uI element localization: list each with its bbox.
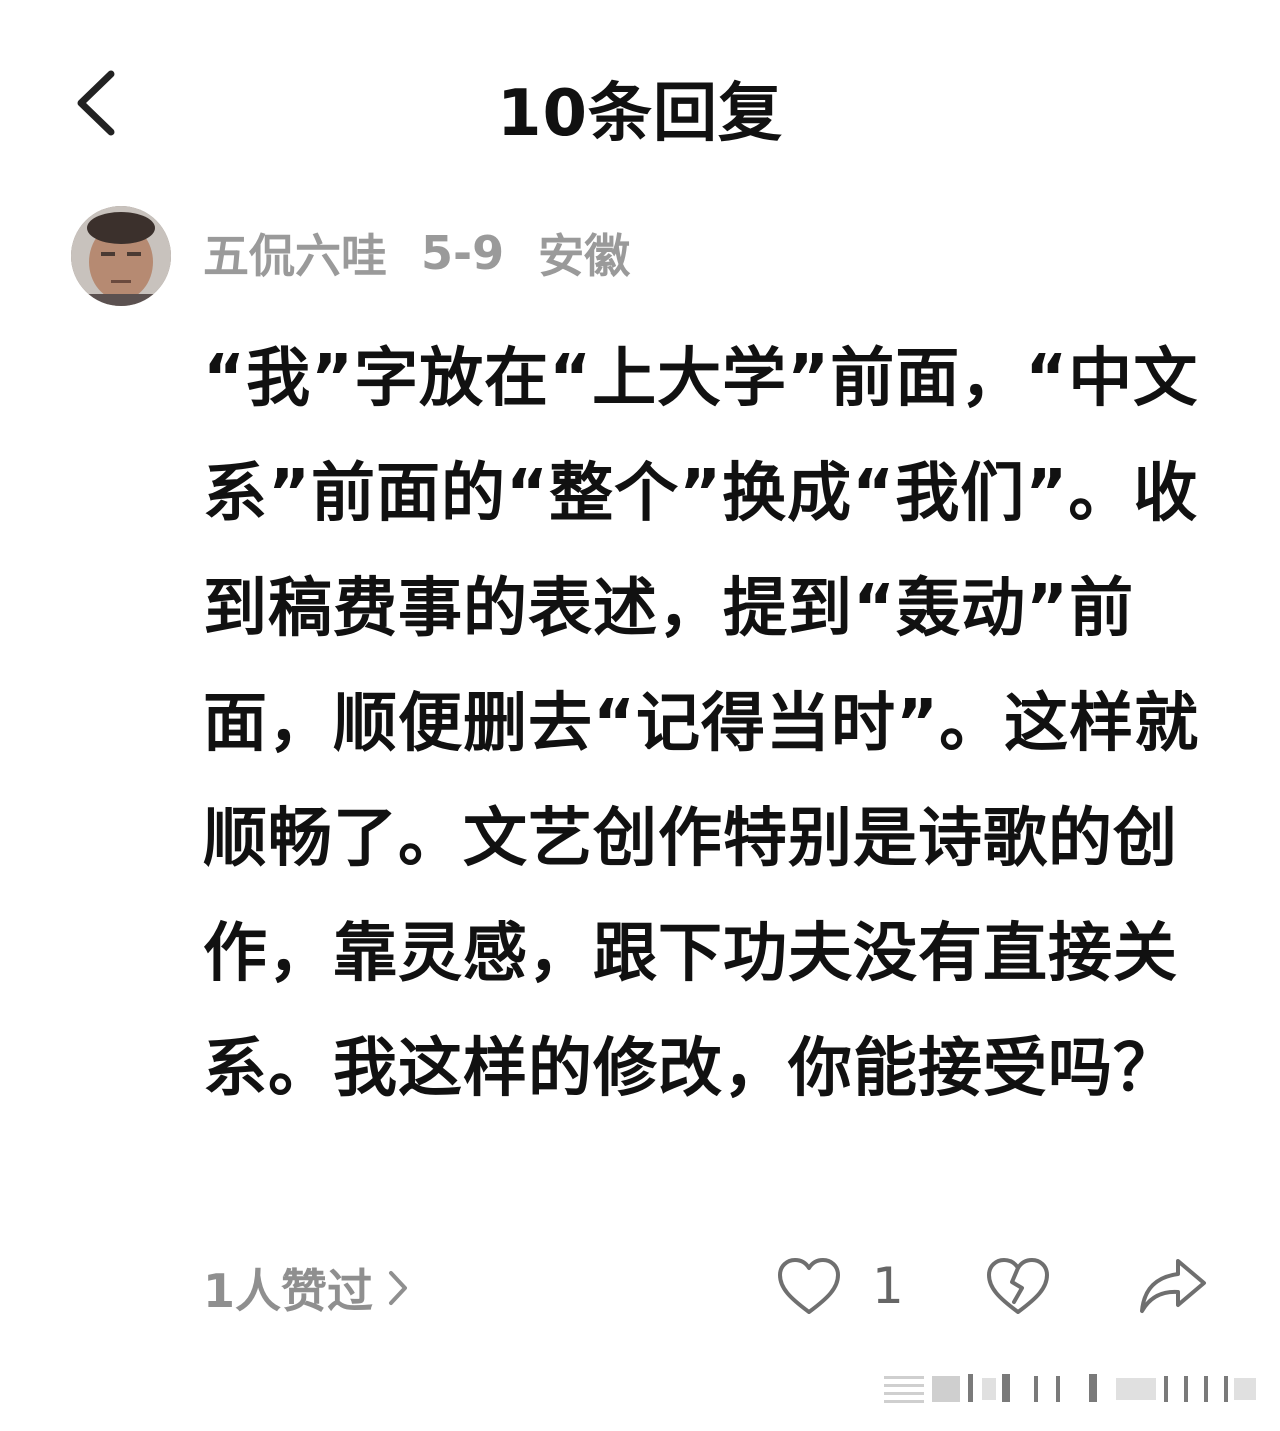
- chevron-right-icon: [389, 1271, 408, 1305]
- comment-location: 安徽: [538, 229, 631, 283]
- reply-page: 10条回复 五侃六哇 5-9 安徽 “我”字放在“上大学”前面，“中文系”前面的…: [0, 0, 1280, 1431]
- watermark-barcode: [884, 1374, 1256, 1403]
- share-arrow-icon: [1140, 1259, 1206, 1313]
- share-button[interactable]: [1138, 1252, 1208, 1320]
- comment-meta: 五侃六哇 5-9 安徽: [203, 222, 630, 284]
- comment-text: “我”字放在“上大学”前面，“中文系”前面的“整个”换成“我们”。收到稿费事的表…: [203, 342, 1200, 1106]
- broken-heart-icon: [987, 1258, 1049, 1314]
- dislike-button[interactable]: [985, 1252, 1051, 1320]
- author-name[interactable]: 五侃六哇: [203, 220, 387, 286]
- comment-date: 5-9: [421, 226, 505, 280]
- avatar[interactable]: [71, 206, 171, 306]
- heart-outline-icon: [778, 1258, 840, 1314]
- like-count: 1: [872, 1257, 904, 1315]
- user-avatar-icon: [71, 206, 171, 306]
- page-title: 10条回复: [496, 77, 784, 151]
- like-button[interactable]: 1: [776, 1252, 904, 1320]
- likes-summary: 1人赞过: [203, 1264, 374, 1318]
- likes-summary-link[interactable]: 1人赞过: [203, 1256, 409, 1320]
